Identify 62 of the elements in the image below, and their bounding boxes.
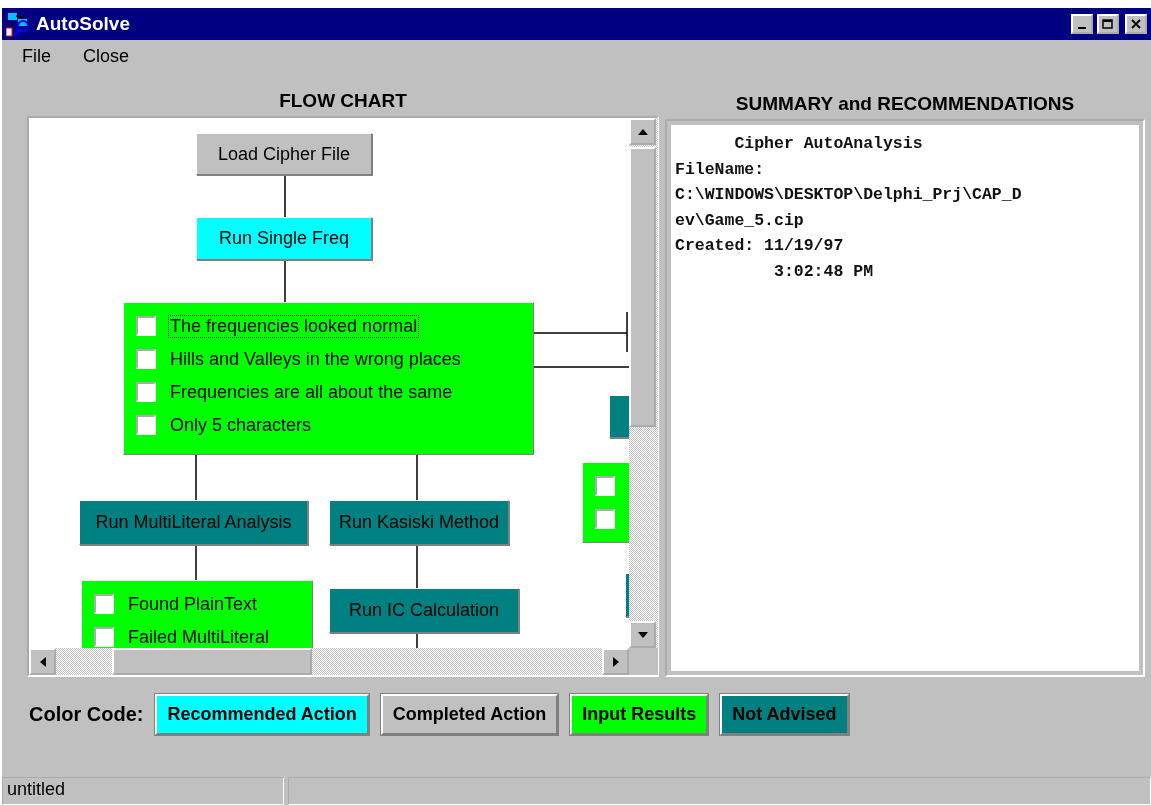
summary-line: ev\Game_5.cip (675, 209, 805, 232)
connector-line (416, 544, 418, 589)
checkbox-label[interactable]: Hills and Valleys in the wrong places (168, 347, 463, 371)
checkbox[interactable] (595, 476, 615, 496)
connector-line (195, 454, 197, 501)
scroll-up-button[interactable] (629, 118, 656, 145)
summary-line: FileName: (675, 158, 766, 181)
connector-line (416, 632, 418, 648)
summary-line: C:\WINDOWS\DESKTOP\Delphi_Prj\CAP_D (675, 184, 1023, 206)
scroll-thumb[interactable] (629, 147, 656, 427)
summary-line: 3:02:48 PM (773, 260, 875, 283)
down-arrow-icon (637, 631, 648, 638)
scroll-left-button[interactable] (29, 648, 56, 675)
checkbox[interactable] (136, 382, 156, 402)
scroll-right-button[interactable] (602, 648, 629, 675)
right-arrow-icon (612, 656, 619, 667)
panel-heading: FLOW CHART (278, 89, 408, 113)
app-icon (6, 11, 32, 37)
menu-item[interactable]: Close (83, 46, 130, 67)
legend-chip: Not Advised (720, 693, 849, 735)
legend-chip: Completed Action (380, 693, 559, 735)
checkbox[interactable] (595, 509, 615, 529)
checkbox[interactable] (136, 415, 156, 435)
horizontal-scrollbar[interactable] (29, 648, 629, 675)
close-button[interactable] (1125, 14, 1147, 34)
window-title: AutoSolve (36, 13, 131, 35)
close-icon (1130, 18, 1142, 30)
flow-node[interactable]: Run IC Calculation (329, 588, 519, 633)
minimize-button[interactable] (1071, 14, 1093, 34)
summary-line: Created: 11/19/97 (675, 235, 845, 257)
vertical-scrollbar[interactable] (629, 118, 658, 648)
flow-node[interactable]: Run Kasiski Method (329, 500, 509, 545)
minimize-icon (1078, 27, 1086, 29)
checkbox-label[interactable]: Found PlainText (126, 592, 260, 616)
connector-line (195, 544, 197, 581)
status-text: untitled (2, 777, 284, 805)
connector-line (284, 259, 286, 303)
legend-label: Color Code: (29, 702, 144, 726)
legend-chip: Recommended Action (155, 693, 369, 735)
checkbox-label[interactable]: Only 5 characters (168, 413, 314, 437)
connector-line (284, 174, 286, 218)
up-arrow-icon (637, 128, 648, 135)
checkbox-label[interactable]: The frequencies looked normal (168, 314, 420, 338)
maximize-button[interactable] (1097, 14, 1119, 34)
checkbox-label[interactable]: Frequencies are all about the same (168, 380, 455, 404)
scrollbar-corner (629, 648, 658, 675)
menu-item[interactable]: File (22, 46, 51, 67)
scroll-down-button[interactable] (629, 621, 656, 648)
checkbox-label[interactable]: Failed MultiLiteral (126, 625, 272, 648)
panel-heading: SUMMARY and RECOMMENDATIONS (734, 92, 1076, 116)
maximize-icon (1102, 19, 1114, 29)
checkbox[interactable] (136, 316, 156, 336)
flow-node[interactable]: Load Cipher File (196, 133, 372, 175)
summary-line: Cipher AutoAnalysis (733, 133, 924, 155)
left-arrow-icon (39, 656, 46, 667)
checkbox[interactable] (94, 594, 114, 614)
flow-node[interactable]: Run MultiLiteral Analysis (79, 500, 308, 545)
checkbox[interactable] (94, 627, 114, 647)
flow-node[interactable]: Run Single Freq (196, 217, 372, 260)
scroll-thumb[interactable] (112, 648, 312, 675)
legend-chip: Input Results (570, 693, 709, 735)
checkbox[interactable] (136, 349, 156, 369)
